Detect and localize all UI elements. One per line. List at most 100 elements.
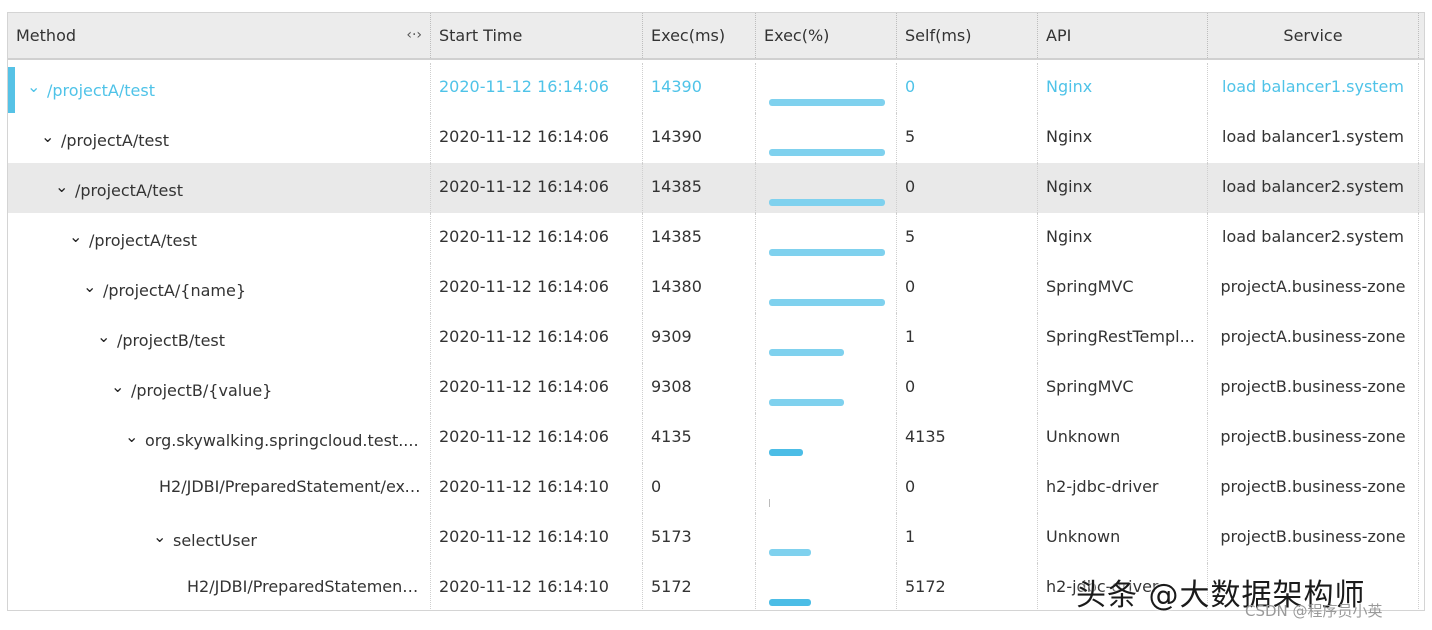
exec-pct-cell (756, 363, 897, 413)
table-row[interactable]: ⌄ /projectB/{value} 2020-11-12 16:14:06 930… (8, 363, 1424, 413)
self-ms-cell: 5 (897, 213, 1038, 263)
header-start-time[interactable]: Start Time (431, 13, 643, 58)
header-method[interactable]: Method ‹·› (8, 13, 431, 58)
method-cell: ⌄ /projectA/{name} (8, 263, 431, 313)
exec-percent-bar (769, 499, 770, 507)
table-row[interactable]: ⌄ /projectA/test 2020-11-12 16:14:06 14390 5… (8, 113, 1424, 163)
self-ms-cell: 0 (897, 463, 1038, 513)
api-cell: Unknown (1038, 513, 1208, 563)
self-ms-cell: 0 (897, 363, 1038, 413)
method-cell: ⌄ /projectB/{value} (8, 363, 431, 413)
method-cell: H2/JDBI/PreparedStatement/exe... (8, 463, 431, 513)
exec-percent-bar (769, 399, 844, 406)
start-time-cell: 2020-11-12 16:14:06 (431, 263, 643, 313)
start-time-cell: 2020-11-12 16:14:06 (431, 363, 643, 413)
chevron-down-icon[interactable]: ⌄ (153, 513, 167, 561)
self-ms-cell: 1 (897, 313, 1038, 363)
exec-pct-cell (756, 113, 897, 163)
self-ms-cell: 5 (897, 113, 1038, 163)
exec-pct-cell (756, 563, 897, 610)
chevron-down-icon[interactable]: ⌄ (55, 163, 69, 211)
method-cell: ⌄ /projectA/test (8, 63, 431, 113)
chevron-down-icon[interactable]: ⌄ (41, 113, 55, 161)
api-cell: Nginx (1038, 163, 1208, 213)
table-row[interactable]: ⌄ /projectA/test 2020-11-12 16:14:06 14390 0… (8, 63, 1424, 113)
exec-pct-cell (756, 213, 897, 263)
header-api[interactable]: API (1038, 13, 1208, 58)
chevron-down-icon[interactable]: ⌄ (83, 263, 97, 311)
method-label: /projectA/test (75, 181, 183, 200)
exec-pct-cell (756, 63, 897, 113)
start-time-cell: 2020-11-12 16:14:10 (431, 513, 643, 563)
start-time-cell: 2020-11-12 16:14:06 (431, 213, 643, 263)
exec-percent-bar (769, 199, 885, 206)
exec-percent-bar (769, 549, 811, 556)
table-row[interactable]: ⌄ /projectA/test 2020-11-12 16:14:06 14385 5… (8, 213, 1424, 263)
exec-ms-cell: 14390 (643, 113, 756, 163)
header-self-ms[interactable]: Self(ms) (897, 13, 1038, 58)
method-label: /projectA/test (89, 231, 197, 250)
header-service[interactable]: Service (1208, 13, 1419, 58)
exec-ms-cell: 5173 (643, 513, 756, 563)
method-cell: ⌄ selectUser (8, 513, 431, 563)
chevron-down-icon[interactable]: ⌄ (97, 313, 111, 361)
chevron-down-icon[interactable]: ⌄ (69, 213, 83, 261)
table-row[interactable]: ⌄ selectUser 2020-11-12 16:14:10 5173 1 Unkno… (8, 513, 1424, 563)
exec-pct-cell (756, 163, 897, 213)
exec-ms-cell: 5172 (643, 563, 756, 610)
exec-ms-cell: 0 (643, 463, 756, 513)
start-time-cell: 2020-11-12 16:14:06 (431, 113, 643, 163)
self-ms-cell: 5172 (897, 563, 1038, 610)
method-label: /projectB/test (117, 331, 226, 350)
method-label: /projectB/{value} (131, 381, 273, 400)
exec-ms-cell: 9309 (643, 313, 756, 363)
table-row[interactable]: ⌄ /projectA/test 2020-11-12 16:14:06 14385 0… (8, 163, 1424, 213)
header-exec-ms[interactable]: Exec(ms) (643, 13, 756, 58)
method-label: H2/JDBI/PreparedStatement/exe... (187, 577, 431, 596)
chevron-down-icon[interactable]: ⌄ (125, 413, 139, 461)
self-ms-cell: 0 (897, 263, 1038, 313)
start-time-cell: 2020-11-12 16:14:06 (431, 313, 643, 363)
exec-percent-bar (769, 449, 803, 456)
method-label: H2/JDBI/PreparedStatement/exe... (159, 477, 430, 496)
exec-percent-bar (769, 149, 885, 156)
api-cell: Nginx (1038, 113, 1208, 163)
table-row[interactable]: H2/JDBI/PreparedStatement/exe... 2020-11-… (8, 463, 1424, 513)
start-time-cell: 2020-11-12 16:14:10 (431, 463, 643, 513)
table-row[interactable]: ⌄ /projectA/{name} 2020-11-12 16:14:06 1438… (8, 263, 1424, 313)
service-cell: load balancer2.system (1208, 213, 1419, 263)
exec-percent-bar (769, 599, 811, 606)
exec-percent-bar (769, 349, 844, 356)
api-cell: Unknown (1038, 413, 1208, 463)
method-label: /projectA/test (47, 81, 155, 100)
exec-pct-cell (756, 263, 897, 313)
api-cell: h2-jdbc-driver (1038, 463, 1208, 513)
exec-percent-bar (769, 99, 885, 106)
method-label: org.skywalking.springcloud.test.... (145, 431, 419, 450)
exec-pct-cell (756, 513, 897, 563)
method-cell: ⌄ /projectA/test (8, 113, 431, 163)
api-cell: SpringRestTempl... (1038, 313, 1208, 363)
table-row[interactable]: ⌄ /projectB/test 2020-11-12 16:14:06 9309 1 S… (8, 313, 1424, 363)
method-cell: ⌄ /projectA/test (8, 163, 431, 213)
service-cell: projectB.business-zone (1208, 363, 1419, 413)
self-ms-cell: 0 (897, 63, 1038, 113)
column-resize-icon[interactable]: ‹·› (406, 13, 422, 58)
start-time-cell: 2020-11-12 16:14:06 (431, 163, 643, 213)
table-row[interactable]: ⌄ org.skywalking.springcloud.test.... 2020… (8, 413, 1424, 463)
exec-pct-cell (756, 413, 897, 463)
chevron-down-icon[interactable]: ⌄ (111, 363, 125, 411)
chevron-down-icon[interactable]: ⌄ (27, 63, 41, 111)
exec-percent-bar (769, 299, 885, 306)
header-exec-pct[interactable]: Exec(%) (756, 13, 897, 58)
table-header: Method ‹·› Start Time Exec(ms) Exec(%) S… (8, 13, 1424, 60)
service-cell: projectA.business-zone (1208, 263, 1419, 313)
start-time-cell: 2020-11-12 16:14:06 (431, 413, 643, 463)
exec-ms-cell: 4135 (643, 413, 756, 463)
method-label: selectUser (173, 531, 258, 550)
method-cell: ⌄ /projectB/test (8, 313, 431, 363)
exec-ms-cell: 9308 (643, 363, 756, 413)
exec-ms-cell: 14385 (643, 163, 756, 213)
exec-ms-cell: 14380 (643, 263, 756, 313)
self-ms-cell: 4135 (897, 413, 1038, 463)
